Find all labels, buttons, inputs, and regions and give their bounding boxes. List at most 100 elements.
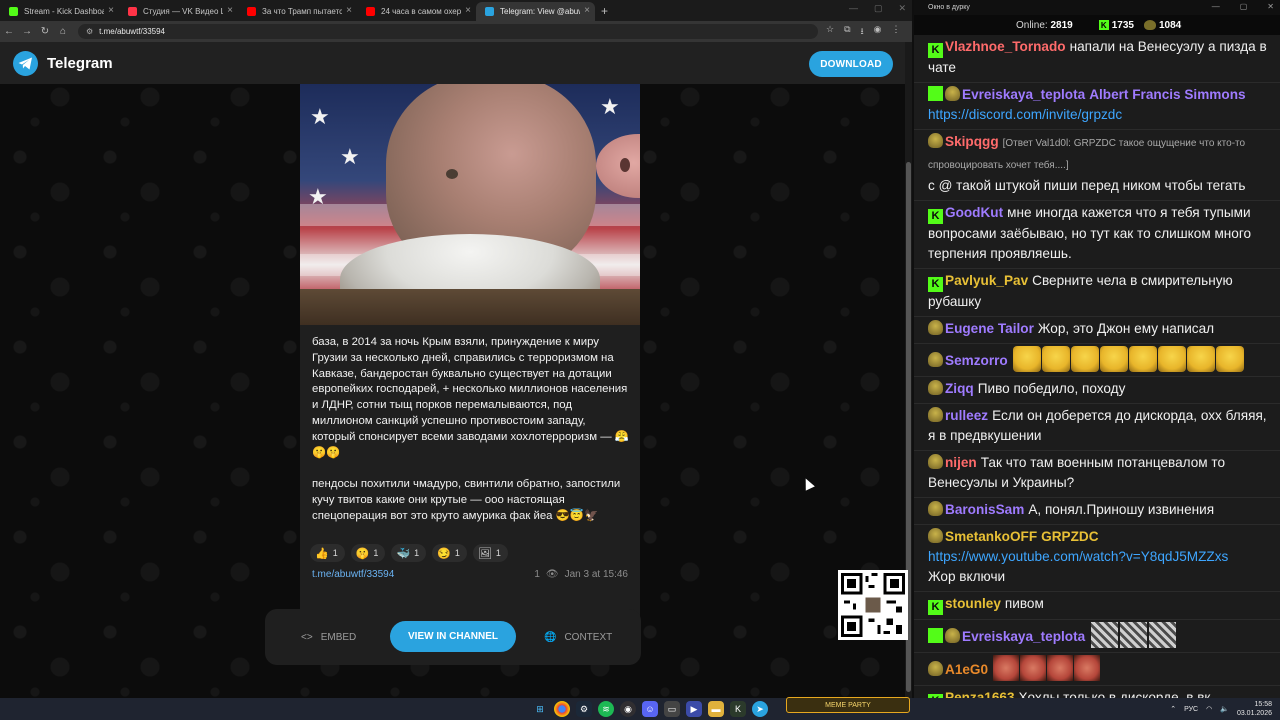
chat-link[interactable]: https://discord.com/invite/grpzdc <box>928 107 1122 122</box>
chat-text: пивом <box>1004 596 1044 611</box>
chat-username[interactable]: BaronisSam <box>945 502 1024 517</box>
close-icon[interactable]: ✕ <box>898 3 906 14</box>
tab-close-icon[interactable]: × <box>346 5 352 16</box>
chat-username[interactable]: Eugene Tailor <box>945 321 1034 336</box>
tab-close-icon[interactable]: × <box>108 5 114 16</box>
meme-party-widget[interactable]: MEME PARTY <box>786 697 910 713</box>
sub-badge-icon <box>928 352 943 367</box>
reaction-chip[interactable]: 👍 1 <box>310 544 345 562</box>
verified-badge-icon <box>928 628 943 643</box>
chat-username[interactable]: Ziqq <box>945 381 974 396</box>
chat-emote-icon <box>1020 655 1047 681</box>
browser-tab[interactable]: Студия — VK Видео Live × <box>119 2 238 21</box>
post-photo[interactable]: ★ ★ ★ ★ <box>300 84 640 325</box>
browser-tab[interactable]: 24 часа в самом охеревшем × <box>357 2 476 21</box>
close-icon[interactable]: ✕ <box>1267 2 1274 11</box>
downloads-icon[interactable]: ⭳ <box>861 24 864 40</box>
browser-tab[interactable]: За что Трамп пытается убить × <box>238 2 357 21</box>
start-icon[interactable]: ⊞ <box>532 701 548 717</box>
discord-icon[interactable]: ☺ <box>642 701 658 717</box>
chat-username[interactable]: nijen <box>945 455 977 470</box>
media-player-icon[interactable]: ▶ <box>686 701 702 717</box>
chat-username[interactable]: GoodKut <box>945 205 1003 220</box>
view-in-channel-button[interactable]: VIEW IN CHANNEL <box>390 621 516 652</box>
chat-username[interactable]: SmetankoOFF <box>945 529 1037 544</box>
chat-username[interactable]: rulleez <box>945 408 988 423</box>
tab-title: Stream - Kick Dashboard <box>24 7 104 16</box>
verified-badge-icon <box>928 86 943 101</box>
menu-icon[interactable]: ⋮ <box>892 24 901 40</box>
minimize-icon[interactable]: — <box>1212 2 1220 11</box>
chat-username[interactable]: Pavlyuk_Pav <box>945 273 1028 288</box>
chat-username[interactable]: Evreiskaya_teplota <box>962 87 1085 102</box>
chat-username[interactable]: Skipqgg <box>945 134 999 149</box>
embed-label: EMBED <box>320 631 357 643</box>
chat-username[interactable]: stounley <box>945 596 1001 611</box>
telegram-taskbar-icon[interactable]: ➤ <box>752 701 768 717</box>
forward-icon[interactable]: → <box>18 26 36 37</box>
volume-icon[interactable]: 🔈 <box>1220 705 1229 713</box>
extensions-icon[interactable]: ⧉ <box>844 24 850 40</box>
chat-username[interactable]: Vlazhnoe_Tornado <box>945 39 1066 54</box>
obs-icon[interactable]: ◉ <box>620 701 636 717</box>
sub-badge-icon <box>945 86 960 101</box>
folder-icon[interactable]: ▬ <box>708 701 724 717</box>
chat-emote-icon <box>1070 346 1099 372</box>
chat-emote-icon <box>1099 346 1128 372</box>
chat-message: Kstounley пивом <box>914 592 1280 620</box>
browser-tab[interactable]: Stream - Kick Dashboard × <box>0 2 119 21</box>
bookmark-star-icon[interactable]: ☆ <box>826 24 834 40</box>
chat-username[interactable]: Semzorro <box>945 353 1008 368</box>
maximize-icon[interactable]: ▢ <box>1240 2 1248 11</box>
reaction-emoji: 🤫 <box>355 547 370 560</box>
new-tab-button[interactable]: + <box>601 4 608 21</box>
reload-icon[interactable]: ↻ <box>36 26 54 37</box>
vk-viewers: 1084 <box>1143 20 1181 31</box>
chat-emote-icon <box>1149 622 1177 648</box>
reaction-count: 1 <box>332 548 338 558</box>
spotify-icon[interactable]: ≋ <box>598 701 614 717</box>
context-button[interactable]: 🌐 CONTEXT <box>544 632 612 643</box>
reaction-chip[interactable]: 🤫 1 <box>350 544 386 562</box>
app-icon[interactable]: ▭ <box>664 701 680 717</box>
sub-badge-icon <box>928 501 943 516</box>
profile-icon[interactable]: ◉ <box>874 24 882 40</box>
telegram-brand-name[interactable]: Telegram <box>47 55 113 72</box>
telegram-logo-icon[interactable] <box>13 50 38 76</box>
maximize-icon[interactable]: ▢ <box>874 3 883 14</box>
chrome-icon[interactable] <box>554 701 570 717</box>
chat-link[interactable]: https://www.youtube.com/watch?v=Y8qdJ5MZ… <box>928 549 1228 564</box>
reaction-chip[interactable]: 🖼 1 <box>472 544 508 562</box>
chat-username[interactable]: Evreiskaya_teplota <box>962 629 1085 644</box>
browser-tab[interactable]: Telegram: View @abuwtf × <box>476 2 595 21</box>
tab-title: 24 часа в самом охеревшем <box>381 7 461 16</box>
reaction-emoji: 🐳 <box>396 547 411 560</box>
tab-favicon-icon <box>485 7 494 16</box>
reaction-chip[interactable]: 🐳 1 <box>391 544 427 562</box>
chat-message: K GoodKut мне иногда кажется что я тебя ту… <box>914 201 1280 269</box>
clock[interactable]: 15:58 03.01.2026 <box>1237 700 1272 718</box>
minimize-icon[interactable]: — <box>849 3 858 14</box>
chat-username[interactable]: Penza1663 <box>945 690 1015 698</box>
site-info-icon[interactable]: ⚙ <box>86 27 93 36</box>
chat-username[interactable]: A1eG0 <box>945 662 988 677</box>
tab-close-icon[interactable]: × <box>227 5 233 16</box>
embed-button[interactable]: <> EMBED <box>301 632 356 643</box>
tray-chevron-icon[interactable]: ⌃ <box>1170 705 1176 713</box>
download-button[interactable]: DOWNLOAD <box>809 51 893 77</box>
tab-close-icon[interactable]: × <box>584 5 590 16</box>
kick-taskbar-icon[interactable]: K <box>730 701 746 717</box>
tab-close-icon[interactable]: × <box>465 5 471 16</box>
wifi-icon[interactable]: ◠ <box>1206 705 1212 713</box>
reaction-emoji: 🖼 <box>477 547 492 560</box>
reaction-chip[interactable]: 😏 1 <box>432 544 467 562</box>
home-icon[interactable]: ⌂ <box>54 26 72 37</box>
language-indicator[interactable]: РУС <box>1184 706 1198 713</box>
post-meta: 1 👁 Jan 3 at 15:46 <box>534 569 628 580</box>
post-action-bar: <> EMBED VIEW IN CHANNEL 🌐 CONTEXT <box>265 609 641 665</box>
sub-badge-icon <box>928 380 943 395</box>
url-field[interactable]: ⚙ t.me/abuwtf/33594 <box>78 24 818 39</box>
post-link[interactable]: t.me/abuwtf/33594 <box>312 569 394 580</box>
back-icon[interactable]: ← <box>0 26 18 37</box>
steam-icon[interactable]: ⚙ <box>576 701 592 717</box>
